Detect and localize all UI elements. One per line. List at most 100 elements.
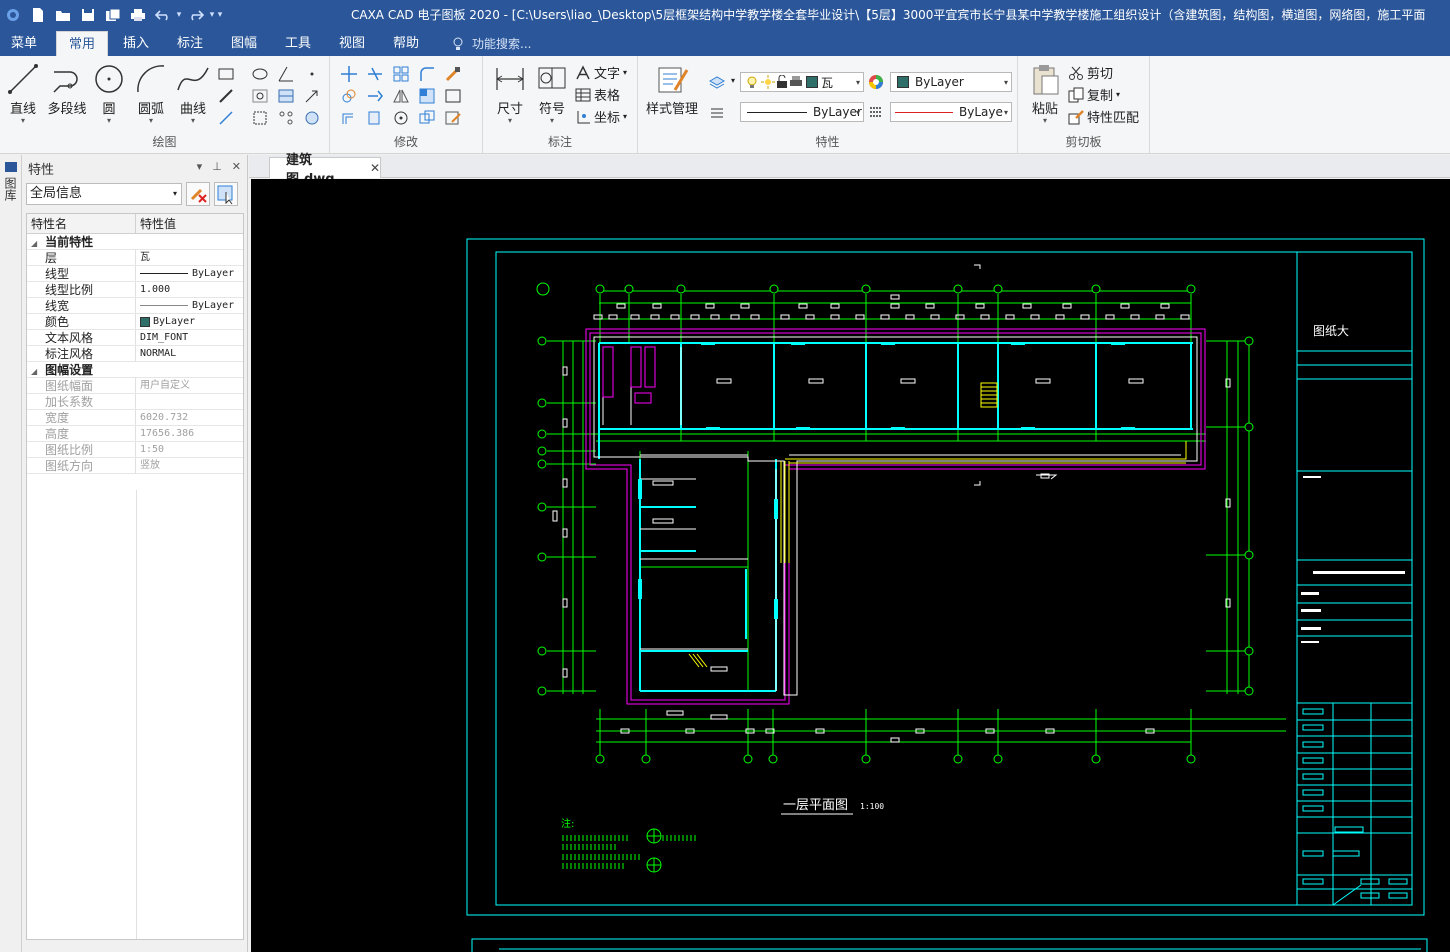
text-button[interactable]: 文字 ▾ <box>575 63 627 82</box>
construction-line-icon[interactable] <box>217 109 235 127</box>
scale-icon[interactable] <box>340 87 358 105</box>
dimension-button[interactable]: 尺寸 ▾ <box>489 62 531 125</box>
rectangle-icon[interactable] <box>217 65 235 83</box>
object-filter-select[interactable]: 全局信息 ▾ <box>26 183 182 205</box>
property-row-dim-style[interactable]: 标注风格 NORMAL <box>27 346 243 362</box>
frame-icon[interactable] <box>444 87 462 105</box>
property-value[interactable]: 竖放 <box>136 458 243 473</box>
properties-edit-icon[interactable] <box>444 109 462 127</box>
lineweight-select[interactable]: ByLaye ▾ <box>890 102 1012 122</box>
angle-line-icon[interactable] <box>277 65 295 83</box>
trim-icon[interactable] <box>366 65 384 83</box>
ellipse-icon[interactable] <box>251 65 269 83</box>
undo-icon[interactable] <box>151 4 175 26</box>
property-row-height[interactable]: 高度 17656.386 <box>27 426 243 442</box>
app-logo-icon[interactable] <box>1 4 25 26</box>
property-value[interactable]: 瓦 <box>136 250 243 265</box>
layer-manager-icon[interactable] <box>708 72 726 90</box>
panel-close-icon[interactable]: ✕ <box>232 160 241 173</box>
category-sheet-settings[interactable]: ◢ 图幅设置 <box>27 362 243 378</box>
window-icon[interactable] <box>418 87 436 105</box>
curve-button[interactable]: 曲线 ▾ <box>172 62 214 125</box>
property-row-orientation[interactable]: 图纸方向 竖放 <box>27 458 243 474</box>
panel-pin-icon[interactable]: ⊥ <box>212 160 222 173</box>
table-grid-icon[interactable] <box>277 87 295 105</box>
panel-menu-icon[interactable]: ▾ <box>197 160 203 173</box>
property-row-color[interactable]: 颜色 ByLayer <box>27 314 243 330</box>
property-value[interactable]: 17656.386 <box>136 426 243 441</box>
offset-icon[interactable] <box>340 109 358 127</box>
property-row-text-style[interactable]: 文本风格 DIM_FONT <box>27 330 243 346</box>
property-value[interactable]: 6020.732 <box>136 410 243 425</box>
collapse-sheet-icon[interactable]: ◢ <box>31 367 37 376</box>
array-icon[interactable] <box>392 65 410 83</box>
property-value[interactable]: ByLayer <box>136 298 243 313</box>
color-wheel-icon[interactable] <box>867 73 885 91</box>
symbol-button[interactable]: 符号 ▾ <box>531 62 573 125</box>
color-select[interactable]: ByLayer ▾ <box>890 72 1012 92</box>
linetype-list-icon[interactable] <box>708 103 726 121</box>
tab-view[interactable]: 视图 <box>328 31 376 56</box>
tab-sheet[interactable]: 图幅 <box>220 31 268 56</box>
region-fill-icon[interactable] <box>303 109 321 127</box>
extend-icon[interactable] <box>366 87 384 105</box>
linetype-select[interactable]: ByLayer ▾ <box>740 102 864 122</box>
centerline-icon[interactable] <box>217 87 235 105</box>
arrow-icon[interactable] <box>303 87 321 105</box>
fillet-icon[interactable] <box>418 65 436 83</box>
close-tab-icon[interactable]: ✕ <box>370 161 380 175</box>
customize-qat-icon[interactable]: ▾ <box>216 10 224 20</box>
stretch-icon[interactable] <box>366 109 384 127</box>
line-button[interactable]: 直线 ▾ <box>2 62 44 125</box>
match-properties-button[interactable]: 特性匹配 <box>1068 107 1139 126</box>
style-manager-button[interactable]: 样式管理 <box>644 62 700 117</box>
property-value[interactable]: 用户自定义 <box>136 378 243 393</box>
copy-button[interactable]: 复制 ▾ <box>1068 85 1120 104</box>
table-button[interactable]: 表格 <box>575 85 620 104</box>
hatch-icon[interactable] <box>251 87 269 105</box>
save-icon[interactable] <box>76 4 100 26</box>
tab-menu[interactable]: 菜单 <box>0 31 48 56</box>
tab-help[interactable]: 帮助 <box>382 31 430 56</box>
document-tab[interactable]: 建筑图.dwg ✕ <box>269 153 381 187</box>
spline-points-icon[interactable] <box>277 109 295 127</box>
property-row-linetype[interactable]: 线型 ByLayer <box>27 266 243 282</box>
property-value[interactable]: 1:50 <box>136 442 243 457</box>
copy-objects-icon[interactable] <box>418 109 436 127</box>
property-value[interactable]: 1.000 <box>136 282 243 297</box>
property-value[interactable]: ByLayer <box>136 314 243 329</box>
property-row-width[interactable]: 宽度 6020.732 <box>27 410 243 426</box>
polyline-button[interactable]: 多段线 <box>44 62 90 117</box>
collapse-current-icon[interactable]: ◢ <box>31 239 37 248</box>
point-icon[interactable] <box>303 65 321 83</box>
save-all-icon[interactable] <box>101 4 125 26</box>
rotate-icon[interactable] <box>392 109 410 127</box>
print-icon[interactable] <box>126 4 150 26</box>
redo-dropdown-icon[interactable]: ▾ <box>208 10 216 20</box>
tab-home[interactable]: 常用 <box>56 31 108 56</box>
tab-insert[interactable]: 插入 <box>112 31 160 56</box>
property-value[interactable] <box>136 394 243 409</box>
property-row-sheet-size[interactable]: 图纸幅面 用户自定义 <box>27 378 243 394</box>
circle-button[interactable]: 圆 ▾ <box>88 62 130 125</box>
property-row-extension-factor[interactable]: 加长系数 <box>27 394 243 410</box>
open-folder-icon[interactable] <box>51 4 75 26</box>
property-value[interactable]: ByLayer <box>136 266 243 281</box>
mirror-icon[interactable] <box>392 87 410 105</box>
cut-button[interactable]: 剪切 <box>1068 63 1113 82</box>
coordinate-button[interactable]: 坐标 ▾ <box>575 107 627 126</box>
quick-select-button[interactable] <box>214 182 238 206</box>
lineweight-icon[interactable] <box>867 103 885 121</box>
drawing-canvas[interactable]: 图纸大 一层平面图 1:100 注: <box>251 179 1450 952</box>
property-value[interactable]: NORMAL <box>136 346 243 361</box>
property-value[interactable]: DIM_FONT <box>136 330 243 345</box>
brush-icon[interactable] <box>444 65 462 83</box>
clear-selection-button[interactable] <box>186 182 210 206</box>
layer-manager-dropdown-icon[interactable]: ▾ <box>731 76 735 85</box>
category-current-properties[interactable]: ◢ 当前特性 <box>27 234 243 250</box>
tab-annotate[interactable]: 标注 <box>166 31 214 56</box>
property-row-lineweight[interactable]: 线宽 ByLayer <box>27 298 243 314</box>
new-file-icon[interactable] <box>26 4 50 26</box>
library-icon[interactable] <box>4 161 18 173</box>
feature-search[interactable]: 功能搜索... <box>452 35 531 52</box>
